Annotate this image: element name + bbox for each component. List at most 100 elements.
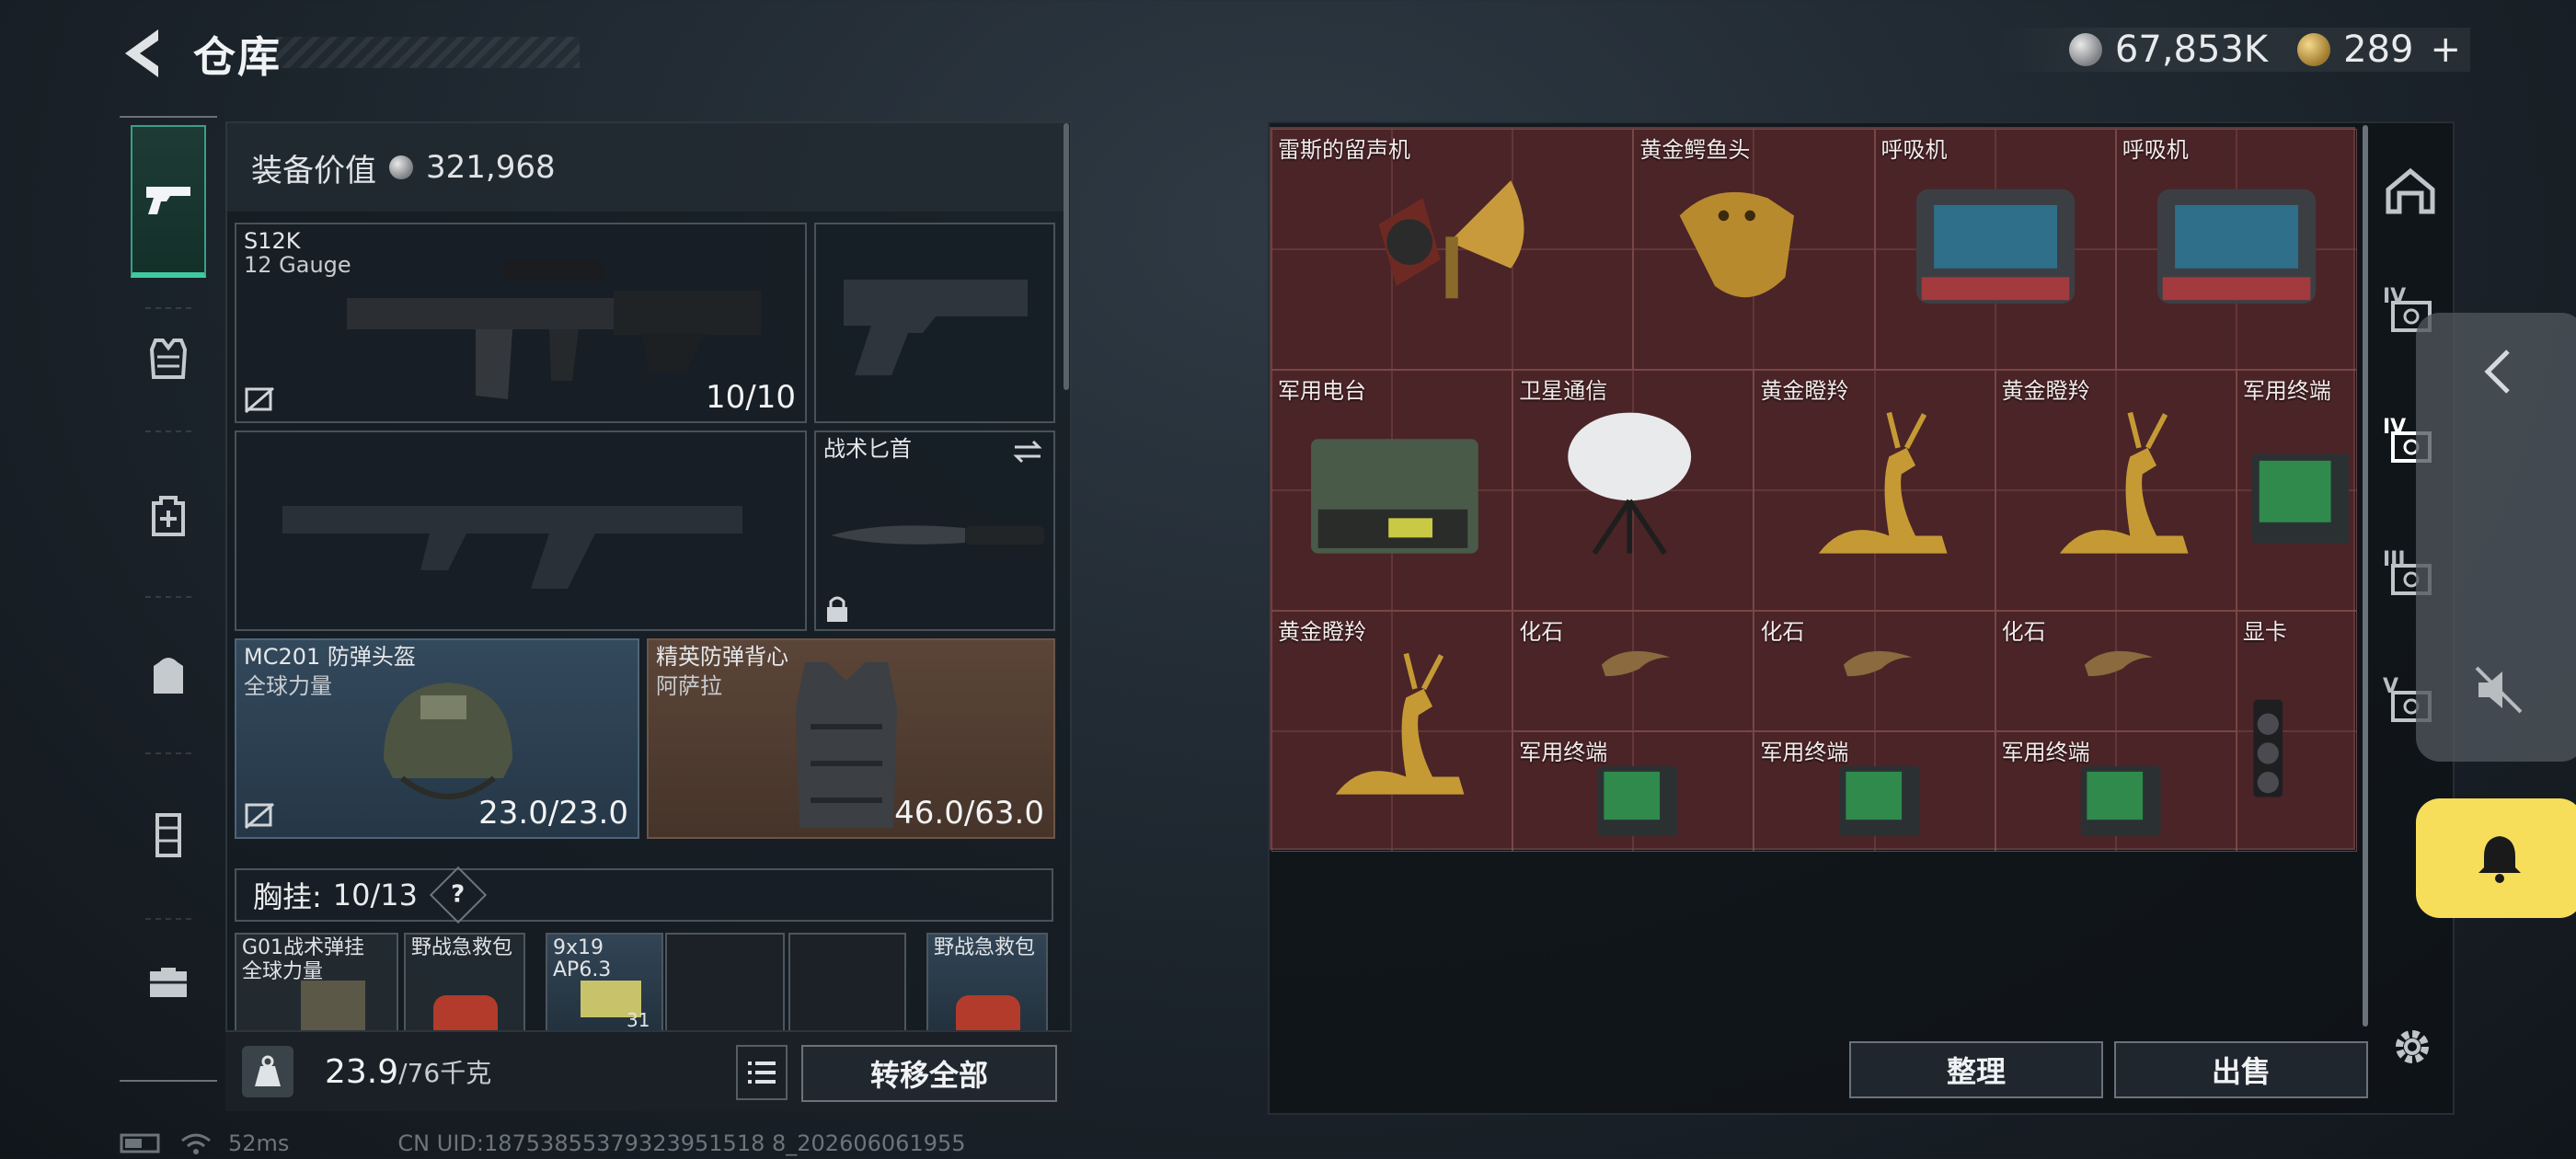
storage-item[interactable]: 黄金鳄鱼头: [1633, 129, 1875, 370]
back-arrow-icon: [125, 29, 158, 77]
tab-tier-label: III: [2383, 548, 2406, 571]
no-insure-icon: [245, 386, 274, 414]
storage-item[interactable]: 呼吸机: [2115, 129, 2357, 370]
storage-item[interactable]: 卫星通信: [1512, 370, 1754, 611]
sell-button[interactable]: 出售: [2114, 1041, 2368, 1098]
floating-toolbar: [2416, 313, 2576, 762]
tab-tier-label: IV: [2383, 416, 2407, 439]
storage-tab-home[interactable]: [2381, 162, 2440, 221]
rig-item-name: 野战急救包: [411, 936, 513, 959]
storage-item[interactable]: 军用终端: [1995, 731, 2237, 852]
terminal-image: [1598, 766, 1678, 837]
armor-slot[interactable]: 精英防弹背心 阿萨拉 46.0/63.0: [647, 638, 1055, 839]
list-view-button[interactable]: [736, 1045, 788, 1100]
storage-item-name: 黄金瞪羚: [1760, 378, 1849, 404]
radio-image: [1311, 439, 1478, 554]
pistol-placeholder-icon: [844, 280, 1028, 375]
collapse-arrow-icon[interactable]: [2475, 344, 2521, 399]
category-backpack[interactable]: [131, 638, 206, 712]
category-case[interactable]: [131, 946, 206, 1019]
storage-item[interactable]: 化石: [1512, 611, 1754, 731]
category-armor[interactable]: [131, 322, 206, 396]
gpu-image: [2253, 699, 2283, 798]
rig-empty-slot[interactable]: [788, 933, 906, 1030]
transfer-all-button[interactable]: 转移全部: [801, 1045, 1057, 1102]
pistol-slot[interactable]: [814, 223, 1055, 423]
mute-icon[interactable]: [2471, 662, 2526, 717]
notification-button[interactable]: [2416, 798, 2576, 918]
rig-item[interactable]: 野战急救包: [404, 933, 525, 1030]
category-medical[interactable]: [131, 478, 206, 552]
settings-button[interactable]: [2385, 1019, 2440, 1074]
weight-current: 23.9: [325, 1052, 399, 1091]
category-weapons[interactable]: [131, 125, 206, 278]
armor-source: 阿萨拉: [656, 673, 722, 699]
rig-item-name: 9x19: [553, 936, 604, 959]
storage-item-name: 军用终端: [2001, 740, 2090, 765]
storage-item-name: 呼吸机: [1880, 137, 1948, 163]
knife-slot[interactable]: 战术匕首: [814, 430, 1055, 631]
ping-text: 52ms: [228, 1130, 290, 1156]
gazelle-image: [1818, 411, 1948, 554]
storage-item-name: 化石: [2001, 619, 2046, 645]
rig-item[interactable]: 野战急救包: [926, 933, 1048, 1030]
storage-item-name: 黄金鳄鱼头: [1639, 137, 1751, 163]
storage-item[interactable]: 化石: [1754, 611, 1995, 731]
armor-durability: 46.0/63.0: [894, 795, 1044, 832]
currency-bar: 67,853K 289 +: [1995, 28, 2470, 72]
first-aid-image: [956, 995, 1020, 1030]
weight-icon: [242, 1046, 293, 1097]
add-currency-button[interactable]: +: [2430, 29, 2461, 71]
rig-item[interactable]: 9x19 AP6.3 31: [546, 933, 663, 1030]
warehouse-icon: [2386, 167, 2435, 214]
storage-item-name: 军用电台: [1278, 378, 1366, 404]
storage-item[interactable]: 黄金瞪羚: [1754, 370, 1995, 611]
loadout-scrollbar[interactable]: [1064, 123, 1069, 390]
chest-rig-label: 胸挂:: [253, 879, 322, 914]
equipment-value-row: 装备价值 321,968: [227, 123, 1069, 212]
storage-item[interactable]: 军用终端: [1512, 731, 1754, 852]
fossil-image: [2084, 650, 2154, 677]
storage-item[interactable]: 雷斯的留声机: [1271, 129, 1634, 370]
fossil-image: [1843, 650, 1912, 677]
terminal-image: [1839, 766, 1920, 837]
wifi-icon: [181, 1133, 211, 1154]
gold-amount: 289: [2343, 29, 2414, 71]
helmet-slot[interactable]: MC201 防弹头盔 全球力量 23.0/23.0: [235, 638, 639, 839]
equipment-value-label: 装备价值: [251, 152, 376, 189]
storage-item[interactable]: 化石: [1995, 611, 2237, 731]
first-aid-image: [433, 995, 498, 1030]
rig-item[interactable]: G01战术弹挂 全球力量: [235, 933, 398, 1030]
category-rig[interactable]: [131, 798, 206, 872]
storage-item[interactable]: 黄金瞪羚: [1271, 611, 1513, 852]
vest-icon: [149, 339, 188, 379]
storage-item[interactable]: 军用终端: [2236, 370, 2357, 611]
storage-item-name: 显卡: [2242, 619, 2287, 645]
storage-item[interactable]: 显卡: [2236, 611, 2357, 852]
swap-icon[interactable]: [1011, 438, 1044, 465]
silver-amount: 67,853K: [2114, 29, 2269, 71]
secondary-weapon-slot[interactable]: [235, 430, 807, 631]
back-button[interactable]: [118, 26, 166, 81]
equipment-value: 321,968: [426, 149, 556, 186]
storage-scrollbar[interactable]: [2363, 125, 2368, 1027]
battery-icon: [120, 1133, 160, 1153]
rig-empty-slot[interactable]: [665, 933, 785, 1030]
tab-tier-label: IV: [2383, 285, 2407, 308]
chest-rig-count: 10/13: [332, 878, 419, 912]
armor-name: 精英防弹背心: [656, 644, 788, 670]
primary-weapon-slot[interactable]: S12K 12 Gauge 10/10: [235, 223, 807, 423]
satellite-image: [1568, 412, 1692, 556]
silver-coin-icon: [389, 155, 413, 179]
storage-item[interactable]: 军用终端: [1754, 731, 1995, 852]
page-title: 仓库: [193, 32, 282, 82]
storage-item[interactable]: 黄金瞪羚: [1995, 370, 2237, 611]
help-button[interactable]: ?: [429, 866, 488, 924]
medkit-bag-icon: [152, 496, 185, 536]
primary-weapon-caliber: 12 Gauge: [244, 252, 351, 278]
storage-item-name: 军用终端: [1519, 740, 1608, 765]
storage-item[interactable]: 军用电台: [1271, 370, 1513, 611]
sort-button[interactable]: 整理: [1849, 1041, 2103, 1098]
rig-item-name: 野战急救包: [934, 936, 1036, 959]
storage-item[interactable]: 呼吸机: [1874, 129, 2116, 370]
